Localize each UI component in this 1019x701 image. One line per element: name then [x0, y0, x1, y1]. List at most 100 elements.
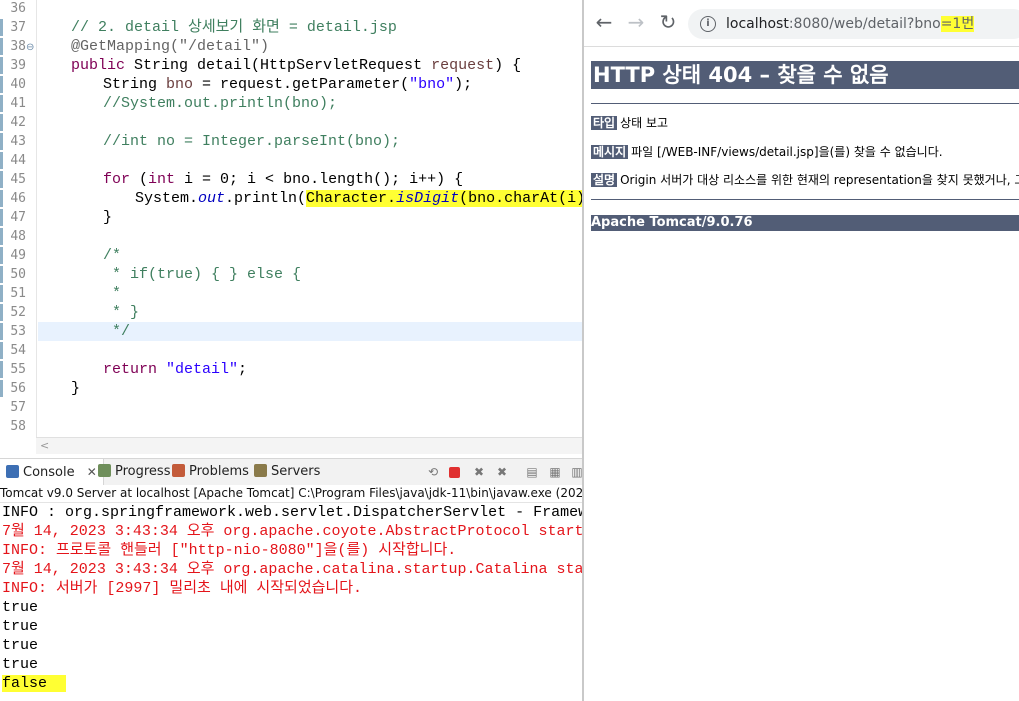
close-icon[interactable]: ✕ [87, 465, 97, 479]
code-line-43: //int no = Integer.parseInt(bno); [103, 133, 401, 150]
line-number: 58 [10, 419, 26, 434]
tab-progress-label: Progress [115, 464, 171, 479]
quick-diff-marker [0, 228, 3, 245]
quick-diff-marker [0, 171, 3, 188]
code-line-37: // 2. detail 상세보기 화면 = detail.jsp [71, 19, 397, 36]
line-number-gutter: 36 37 38 ⊖ 39 40 41 42 43 44 45 46 47 48 49 50 51 52 53 54 5… [0, 0, 37, 437]
url-query-highlight: =1번 [940, 16, 975, 32]
type-line: 타입 상태 보고 [591, 115, 668, 131]
line-number: 53 [10, 324, 26, 339]
divider-line [591, 103, 1019, 104]
quick-diff-marker [0, 361, 3, 378]
code-line-45: for (int i = 0; i < bno.length(); i++) { [103, 171, 464, 188]
console-icon [6, 465, 19, 478]
code-line-41: //System.out.println(bno); [103, 95, 338, 112]
line-number: 51 [10, 286, 26, 301]
console-line: 7월 14, 2023 3:43:34 오후 org.apache.coyote… [2, 523, 582, 540]
line-number: 36 [10, 1, 26, 16]
problems-icon [172, 464, 185, 477]
line-number: 46 [10, 191, 26, 206]
progress-icon [98, 464, 111, 477]
clear-console-icon[interactable]: ▤ [525, 465, 539, 479]
line-number: 38 [10, 39, 26, 54]
back-arrow-icon[interactable]: ← [592, 10, 616, 34]
type-label: 타입 [591, 116, 618, 130]
url-text[interactable]: localhost:8080/web/detail?bno=1번 [726, 15, 975, 33]
browser-toolbar: ← → ↻ i localhost:8080/web/detail?bno=1번 [584, 0, 1019, 47]
code-line-51: * [103, 285, 122, 302]
tab-console-label: Console [23, 465, 75, 480]
forward-arrow-icon[interactable]: → [624, 10, 648, 34]
reload-icon[interactable]: ↻ [656, 10, 680, 34]
quick-diff-marker [0, 323, 3, 340]
console-tab-bar: Console ✕ Progress Problems Servers ⟲ ✖ … [0, 458, 583, 486]
code-line-50: * if(true) { } else { [103, 266, 302, 283]
tab-servers-label: Servers [271, 464, 321, 479]
scroll-lock-icon[interactable]: ▦ [548, 465, 562, 479]
quick-diff-marker [0, 114, 3, 131]
quick-diff-marker [0, 266, 3, 283]
line-number: 42 [10, 115, 26, 130]
line-number: 49 [10, 248, 26, 263]
address-bar[interactable]: i localhost:8080/web/detail?bno=1번 [688, 9, 1019, 39]
browser-window: ← → ↻ i localhost:8080/web/detail?bno=1번… [584, 0, 1019, 701]
line-number: 41 [10, 96, 26, 111]
line-number: 56 [10, 381, 26, 396]
info-icon[interactable]: i [700, 16, 716, 32]
code-area[interactable]: // 2. detail 상세보기 화면 = detail.jsp @GetMa… [38, 0, 582, 437]
line-number: 50 [10, 267, 26, 282]
fold-collapse-icon[interactable]: ⊖ [26, 38, 34, 57]
terminate-icon[interactable] [449, 467, 460, 478]
quick-diff-marker [0, 76, 3, 93]
console-output[interactable]: INFO : org.springframework.web.servlet.D… [0, 503, 582, 701]
tab-progress[interactable]: Progress [98, 459, 170, 485]
tab-servers[interactable]: Servers [254, 459, 320, 485]
message-line: 메시지 파일 [/WEB-INF/views/detail.jsp]을(를) 찾을… [591, 144, 943, 160]
line-number: 44 [10, 153, 26, 168]
code-line-56: } [71, 380, 81, 397]
code-line-55: return "detail"; [103, 361, 248, 378]
tab-problems-label: Problems [189, 464, 249, 479]
quick-diff-marker [0, 57, 3, 74]
code-line-40: String bno = request.getParameter("bno")… [103, 76, 473, 93]
code-editor[interactable]: 36 37 38 ⊖ 39 40 41 42 43 44 45 46 47 48 49 50 51 52 53 54 5… [0, 0, 582, 437]
code-line-47: } [103, 209, 113, 226]
remove-launch-icon[interactable]: ✖ [472, 465, 486, 479]
code-line-38: @GetMapping("/detail") [71, 38, 270, 55]
divider-line [591, 199, 1019, 200]
servers-icon [254, 464, 267, 477]
console-line: 7월 14, 2023 3:43:34 오후 org.apache.catali… [2, 561, 582, 578]
line-number: 40 [10, 77, 26, 92]
line-number: 45 [10, 172, 26, 187]
code-line-53: */ [103, 323, 131, 340]
quick-diff-marker [0, 209, 3, 226]
quick-diff-marker [0, 304, 3, 321]
quick-diff-marker [0, 247, 3, 264]
quick-diff-marker [0, 342, 3, 359]
console-description: Tomcat v9.0 Server at localhost [Apache … [0, 485, 582, 503]
line-number: 55 [10, 362, 26, 377]
message-label: 메시지 [591, 145, 629, 159]
editor-horizontal-scrollbar[interactable]: < [36, 437, 582, 454]
console-line: false [2, 674, 67, 693]
quick-diff-marker [0, 152, 3, 169]
tab-problems[interactable]: Problems [172, 459, 249, 485]
quick-diff-marker [0, 19, 3, 36]
quick-diff-marker [0, 285, 3, 302]
tab-console[interactable]: Console ✕ [0, 459, 104, 485]
line-number: 37 [10, 20, 26, 35]
console-line: true [2, 618, 39, 635]
description-label: 설명 [591, 173, 618, 187]
remove-all-icon[interactable]: ✖ [495, 465, 509, 479]
disconnect-icon[interactable]: ⟲ [426, 465, 440, 479]
console-line: INFO : org.springframework.web.servlet.D… [2, 504, 582, 521]
line-number: 54 [10, 343, 26, 358]
quick-diff-marker [0, 133, 3, 150]
scroll-left-icon[interactable]: < [40, 438, 49, 453]
line-number: 39 [10, 58, 26, 73]
server-footer: Apache Tomcat/9.0.76 [591, 215, 1019, 231]
description-line: 설명 Origin 서버가 대상 리소스를 위한 현재의 representati… [591, 172, 1019, 188]
console-line: INFO: 프로토콜 핸들러 ["http-nio-8080"]을(를) 시작합… [2, 542, 457, 559]
line-number: 43 [10, 134, 26, 149]
console-line: true [2, 637, 39, 654]
